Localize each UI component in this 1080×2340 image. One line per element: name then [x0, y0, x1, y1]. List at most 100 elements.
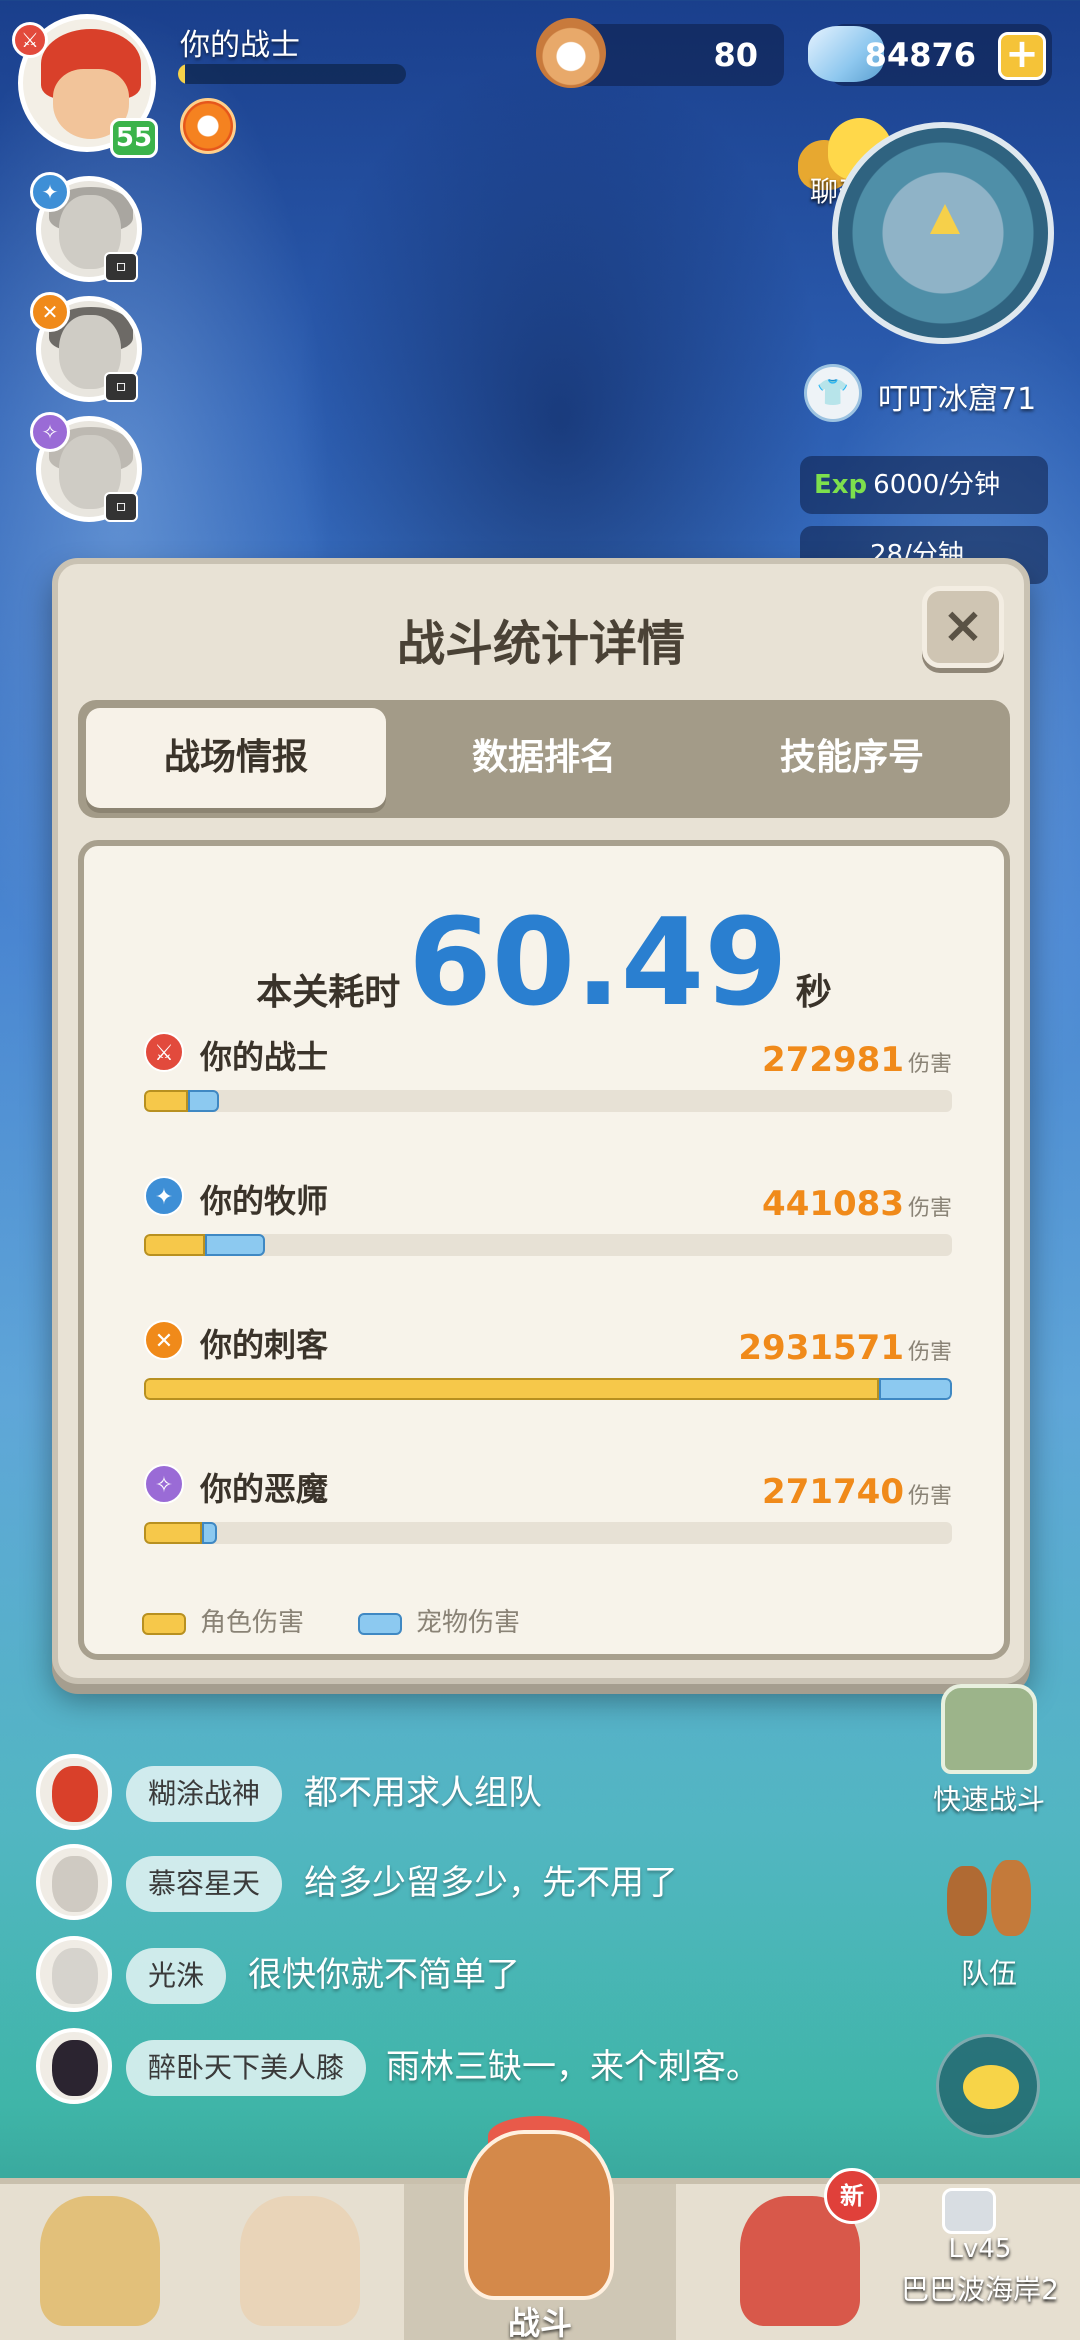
- chat-sender[interactable]: 慕容星天: [126, 1856, 283, 1912]
- pet-damage-bar: [202, 1522, 217, 1544]
- locked-level: Lv45: [948, 2234, 1012, 2264]
- chat-text: 很快你就不简单了: [248, 1955, 520, 1995]
- player-level-badge: 55: [110, 118, 158, 158]
- legend-role-swatch: [142, 1612, 186, 1635]
- pet-damage-bar: [188, 1090, 220, 1112]
- role-damage-bar: [144, 1090, 189, 1112]
- minimap[interactable]: [832, 122, 1054, 344]
- battle-stats-modal: 战斗统计详情 × 战场情报 数据排名 技能序号 本关耗时60.49 秒 ⚔ 你的战士…: [52, 558, 1030, 1684]
- legend-pet: 宠物伤害: [358, 1606, 520, 1640]
- chat-sender[interactable]: 光洙: [126, 1948, 227, 2004]
- avatar[interactable]: [36, 2028, 112, 2104]
- nav-battle[interactable]: 战斗: [404, 2116, 676, 2340]
- assassin-class-icon: ✕: [30, 292, 70, 332]
- hero-class-icon: ⚔: [144, 1032, 184, 1072]
- offline-icon: ▫: [104, 492, 138, 522]
- buff-icon[interactable]: [180, 98, 236, 154]
- time-label: 本关耗时: [256, 972, 401, 1013]
- tab-bar: 战场情报 数据排名 技能序号: [78, 700, 1010, 818]
- player-marker-icon: [930, 204, 960, 234]
- tab-data-ranking[interactable]: 数据排名: [394, 708, 694, 808]
- pearl-currency[interactable]: 80: [536, 18, 784, 88]
- hero-damage-value: 2931571 伤害: [738, 1328, 952, 1368]
- xp-bar-fill: [178, 64, 185, 84]
- chat-text: 雨林三缺一，来个刺客。: [386, 2047, 760, 2087]
- avatar-face: [52, 1766, 98, 1822]
- avatar[interactable]: [36, 1844, 112, 1920]
- pet-damage-bar: [879, 1378, 952, 1400]
- role-damage-bar: [144, 1522, 203, 1544]
- pearl-icon: [536, 18, 606, 88]
- time-unit: 秒: [795, 972, 832, 1013]
- priest-class-icon: ✦: [30, 172, 70, 212]
- lock-icon: [942, 2188, 996, 2234]
- quick-battle-label: 快速战斗: [932, 1783, 1045, 1816]
- legend-role-label: 角色伤害: [200, 1608, 305, 1638]
- hero-class-icon: ✦: [144, 1176, 184, 1216]
- role-damage-bar: [144, 1234, 205, 1256]
- speech-bubble-icon: [963, 2065, 1019, 2109]
- damage-unit: 伤害: [907, 1052, 952, 1077]
- exp-rate-value: 6000/分钟: [873, 470, 1001, 500]
- team-button[interactable]: 队伍: [924, 1852, 1054, 1992]
- quick-battle-button[interactable]: 快速战斗: [924, 1684, 1054, 1818]
- avatar[interactable]: [36, 1936, 112, 2012]
- hero-damage-row: ⚔ 你的战士 272981 伤害: [144, 1032, 952, 1132]
- chat-message: 慕容星天 给多少留多少，先不用了: [36, 1844, 836, 1924]
- hero-damage-row: ✕ 你的刺客 2931571 伤害: [144, 1320, 952, 1420]
- avatar-face: [52, 1948, 98, 2004]
- damage-unit: 伤害: [907, 1196, 952, 1221]
- add-currency-button[interactable]: +: [998, 32, 1046, 80]
- pet-icon: [40, 2196, 160, 2326]
- chat-sender[interactable]: 醉卧天下美人膝: [126, 2040, 367, 2096]
- chat-message: 醉卧天下美人膝 雨林三缺一，来个刺客。: [36, 2028, 836, 2108]
- tab-battlefield-info[interactable]: 战场情报: [86, 708, 386, 808]
- hero-damage-value: 271740 伤害: [762, 1472, 952, 1512]
- character-icon: [240, 2196, 360, 2326]
- damage-bar: [144, 1234, 952, 1256]
- stage-time: 本关耗时60.49 秒: [84, 894, 1004, 1033]
- shirt-icon[interactable]: 👕: [804, 364, 862, 422]
- nav-character[interactable]: [200, 2184, 400, 2340]
- legend-role: 角色伤害: [142, 1606, 304, 1640]
- chat-sender[interactable]: 糊涂战神: [126, 1766, 283, 1822]
- demon-class-icon: ✧: [30, 412, 70, 452]
- avatar[interactable]: [36, 1754, 112, 1830]
- player-name: 你的战士: [180, 28, 300, 63]
- crystal-count: 84876: [864, 36, 976, 74]
- nav-pet[interactable]: [0, 2184, 200, 2340]
- damage-number: 272981: [762, 1040, 904, 1080]
- hero-damage-value: 441083 伤害: [762, 1184, 952, 1224]
- pet-damage-bar: [204, 1234, 266, 1256]
- damage-unit: 伤害: [907, 1484, 952, 1509]
- chat-message: 糊涂战神 都不用求人组队: [36, 1754, 836, 1834]
- damage-number: 271740: [762, 1472, 904, 1512]
- damage-bar: [144, 1378, 952, 1400]
- location-name: 叮叮冰窟71: [878, 382, 1037, 417]
- hero-damage-value: 272981 伤害: [762, 1040, 952, 1080]
- warrior-class-icon: ⚔: [12, 22, 48, 58]
- hero-name: 你的刺客: [200, 1326, 329, 1364]
- modal-title: 战斗统计详情: [396, 616, 685, 672]
- avatar-face: [52, 2040, 98, 2096]
- exp-rate: Exp 6000/分钟: [800, 456, 1048, 514]
- tab-skill-order[interactable]: 技能序号: [702, 708, 1002, 808]
- team-member-icon: [991, 1860, 1031, 1936]
- chat-bubble-button[interactable]: [936, 2034, 1040, 2138]
- nav-locked-area[interactable]: Lv45 巴巴波海岸2: [880, 2184, 1080, 2340]
- damage-bar: [144, 1090, 952, 1112]
- pearl-count: 80: [713, 36, 758, 74]
- xp-bar: [178, 64, 406, 84]
- hero-name: 你的战士: [200, 1038, 329, 1076]
- crystal-currency[interactable]: 84876 +: [808, 24, 1052, 86]
- damage-number: 2931571: [738, 1328, 904, 1368]
- damage-bar: [144, 1522, 952, 1544]
- battle-totem-icon: [464, 2130, 614, 2300]
- chat-text: 都不用求人组队: [304, 1773, 542, 1813]
- hero-name: 你的牧师: [200, 1182, 329, 1220]
- exp-tag: Exp: [814, 470, 868, 500]
- team-icon: [941, 1852, 1037, 1948]
- new-badge: 新: [824, 2168, 880, 2224]
- close-button[interactable]: ×: [922, 586, 1004, 668]
- legend-pet-label: 宠物伤害: [416, 1608, 521, 1638]
